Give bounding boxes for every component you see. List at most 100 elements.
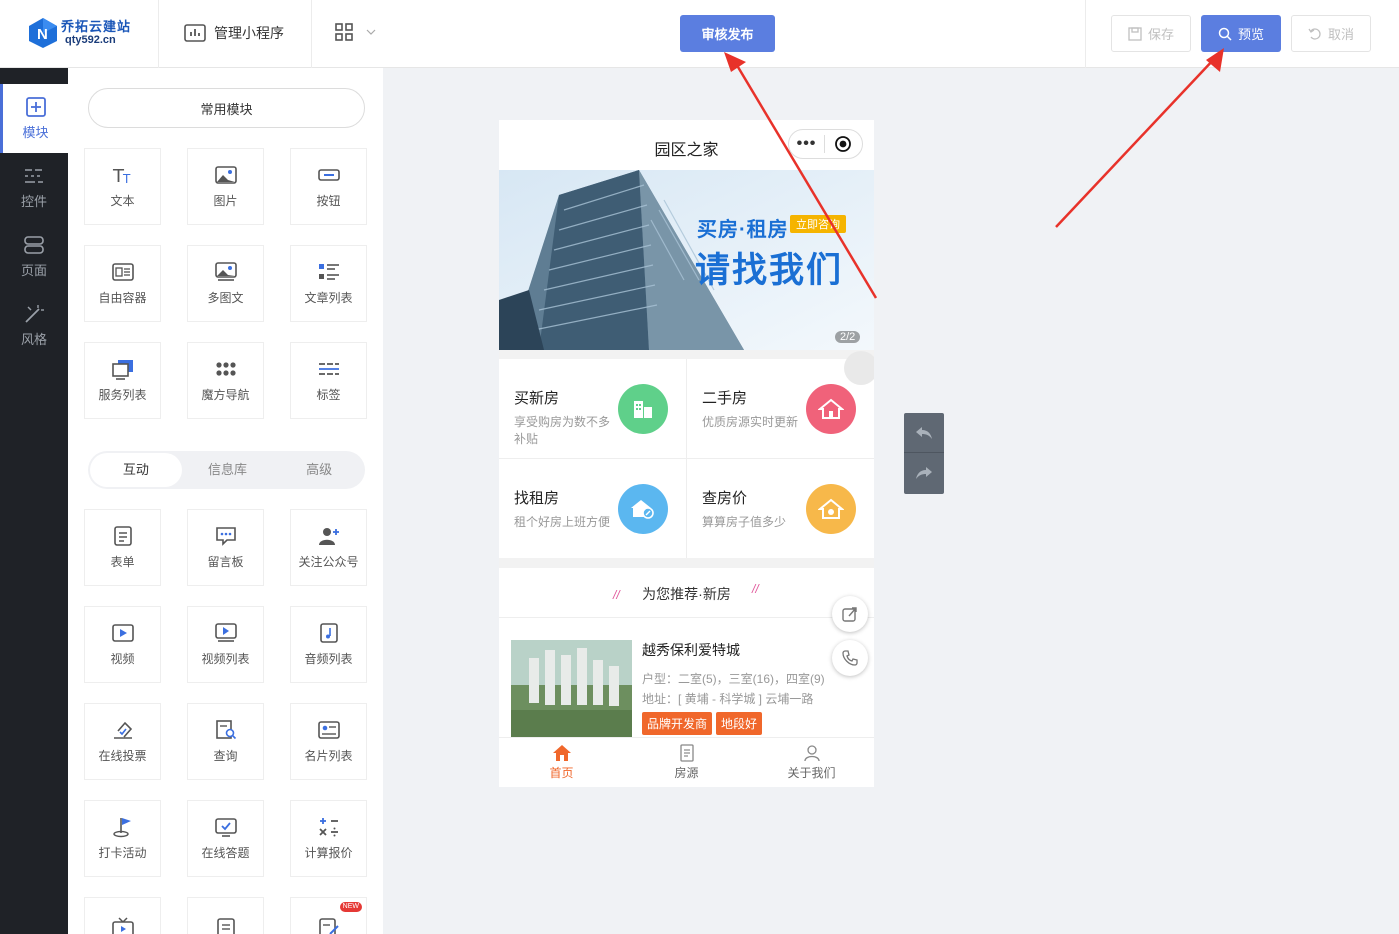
save-icon xyxy=(1128,26,1142,41)
module-multi-image[interactable]: 多图文 xyxy=(187,245,264,322)
module-form[interactable]: 表单 xyxy=(84,509,161,586)
module-card-list[interactable]: 名片列表 xyxy=(290,703,367,780)
magic-wand-icon xyxy=(25,305,44,323)
mini-program-capsule[interactable]: ••• xyxy=(788,129,863,159)
grid-icon xyxy=(335,23,353,41)
save-button[interactable]: 保存 xyxy=(1111,15,1191,52)
component-panel: 常用模块 TT 文本 图片 按钮 自由容器 多图文 文章列表 服务列表 魔方导航… xyxy=(68,68,383,934)
module-cube-nav[interactable]: 魔方导航 xyxy=(187,342,264,419)
vote-icon xyxy=(113,721,132,739)
sidebar-item-modules[interactable]: 模块 xyxy=(0,84,68,153)
module-text[interactable]: TT 文本 xyxy=(84,148,161,225)
quiz-icon xyxy=(214,818,237,837)
undo-button[interactable] xyxy=(904,413,944,453)
rent-house-icon xyxy=(618,484,668,534)
publish-button[interactable]: 审核发布 xyxy=(680,15,775,52)
module-message-board[interactable]: 留言板 xyxy=(187,509,264,586)
module-follow-account[interactable]: 关注公众号 xyxy=(290,509,367,586)
app-grid-dropdown[interactable] xyxy=(334,22,376,42)
module-article-list[interactable]: 文章列表 xyxy=(290,245,367,322)
service-desc: 租个好房上班方便 xyxy=(514,515,611,529)
tile-label: 标签 xyxy=(316,388,341,402)
tile-label: 计算报价 xyxy=(304,846,353,860)
building-icon xyxy=(618,384,668,434)
module-button[interactable]: 按钮 xyxy=(290,148,367,225)
module-query[interactable]: 查询 xyxy=(187,703,264,780)
tab-listings[interactable]: 房源 xyxy=(624,738,749,787)
module-image[interactable]: 图片 xyxy=(187,148,264,225)
module-service-list[interactable]: 服务列表 xyxy=(84,342,161,419)
service-new-house[interactable]: 买新房 享受购房为数不多补贴 xyxy=(499,359,686,458)
listing-layout: 户型：二室(5)，三室(16)，四室(9) xyxy=(642,672,825,686)
call-button[interactable] xyxy=(832,640,868,676)
query-icon xyxy=(215,720,236,740)
module-file-list[interactable] xyxy=(187,897,264,934)
image-icon xyxy=(214,166,237,184)
module-live[interactable] xyxy=(84,897,161,934)
sidebar-item-controls[interactable]: 控件 xyxy=(0,153,68,222)
house-icon xyxy=(806,384,856,434)
tab-advanced[interactable]: 高级 xyxy=(273,453,365,487)
drag-handle-icon[interactable] xyxy=(844,351,874,385)
edit-doc-icon xyxy=(318,918,339,934)
divider xyxy=(1085,0,1086,68)
module-tag[interactable]: 标签 xyxy=(290,342,367,419)
service-desc: 享受购房为数不多补贴 xyxy=(514,415,611,446)
module-container[interactable]: 自由容器 xyxy=(84,245,161,322)
redo-button[interactable] xyxy=(904,453,944,493)
svg-text:N: N xyxy=(37,26,48,43)
tab-home[interactable]: 首页 xyxy=(499,738,624,787)
module-calculator[interactable]: 计算报价 xyxy=(290,800,367,877)
module-video-list[interactable]: 视频列表 xyxy=(187,606,264,683)
user-icon xyxy=(803,745,820,762)
sidebar-item-label: 控件 xyxy=(20,194,47,209)
logo[interactable]: N 乔拓云建站 qty592.cn xyxy=(28,14,138,54)
module-quiz[interactable]: 在线答题 xyxy=(187,800,264,877)
chevron-down-icon xyxy=(366,29,376,35)
preview-button[interactable]: 预览 xyxy=(1201,15,1281,52)
undo-icon xyxy=(1308,27,1321,40)
pages-icon xyxy=(24,236,44,254)
module-video[interactable]: 视频 xyxy=(84,606,161,683)
module-new[interactable]: NEW xyxy=(290,897,367,934)
sidebar-item-pages[interactable]: 页面 xyxy=(0,222,68,291)
service-title: 查房价 xyxy=(702,490,748,507)
tv-icon xyxy=(111,917,134,934)
recommend-header: // 为您推荐·新房 // xyxy=(499,568,874,618)
share-button[interactable] xyxy=(832,596,868,632)
home-icon xyxy=(552,745,571,761)
sidebar-item-style[interactable]: 风格 xyxy=(0,291,68,360)
tag-icon xyxy=(318,363,339,375)
banner-consult-badge[interactable]: 立即咨询 xyxy=(790,215,846,233)
service-price[interactable]: 查房价 算算房子值多少 xyxy=(687,459,874,558)
tab-info-library[interactable]: 信息库 xyxy=(182,453,274,487)
service-rent[interactable]: 找租房 租个好房上班方便 xyxy=(499,459,686,558)
common-modules-header[interactable]: 常用模块 xyxy=(88,88,365,128)
section-gap xyxy=(499,558,874,568)
search-icon xyxy=(1218,27,1232,41)
new-badge: NEW xyxy=(339,902,362,912)
service-list-icon xyxy=(111,360,133,380)
cancel-button[interactable]: 取消 xyxy=(1291,15,1371,52)
tile-label: 魔方导航 xyxy=(201,388,250,402)
module-vote[interactable]: 在线投票 xyxy=(84,703,161,780)
close-target-icon[interactable] xyxy=(825,135,862,153)
listing-card[interactable]: 越秀保利爱特城 户型：二室(5)，三室(16)，四室(9) 地址：[ 黄埔 - … xyxy=(499,620,874,738)
tab-interactive[interactable]: 互动 xyxy=(90,453,182,487)
divider xyxy=(158,0,159,68)
tile-label: 文本 xyxy=(110,194,135,208)
module-audio-list[interactable]: 音频列表 xyxy=(290,606,367,683)
logo-mark-icon: N xyxy=(29,18,57,48)
tab-about[interactable]: 关于我们 xyxy=(749,738,874,787)
banner-carousel[interactable]: 买房·租房 立即咨询 请找我们 2/2 xyxy=(499,170,874,350)
manage-mini-program-link[interactable]: 管理小程序 xyxy=(184,22,284,44)
tile-label: 文章列表 xyxy=(304,291,353,305)
service-desc: 算算房子值多少 xyxy=(702,515,787,529)
save-label: 保存 xyxy=(1147,27,1174,42)
listing-address: 地址：[ 黄埔 - 科学城 ] 云埔一路 xyxy=(642,692,814,706)
cancel-label: 取消 xyxy=(1327,27,1354,42)
tile-label: 留言板 xyxy=(207,555,244,569)
module-checkin[interactable]: 打卡活动 xyxy=(84,800,161,877)
more-icon[interactable]: ••• xyxy=(789,136,824,152)
arrow-to-preview xyxy=(1055,48,1224,228)
